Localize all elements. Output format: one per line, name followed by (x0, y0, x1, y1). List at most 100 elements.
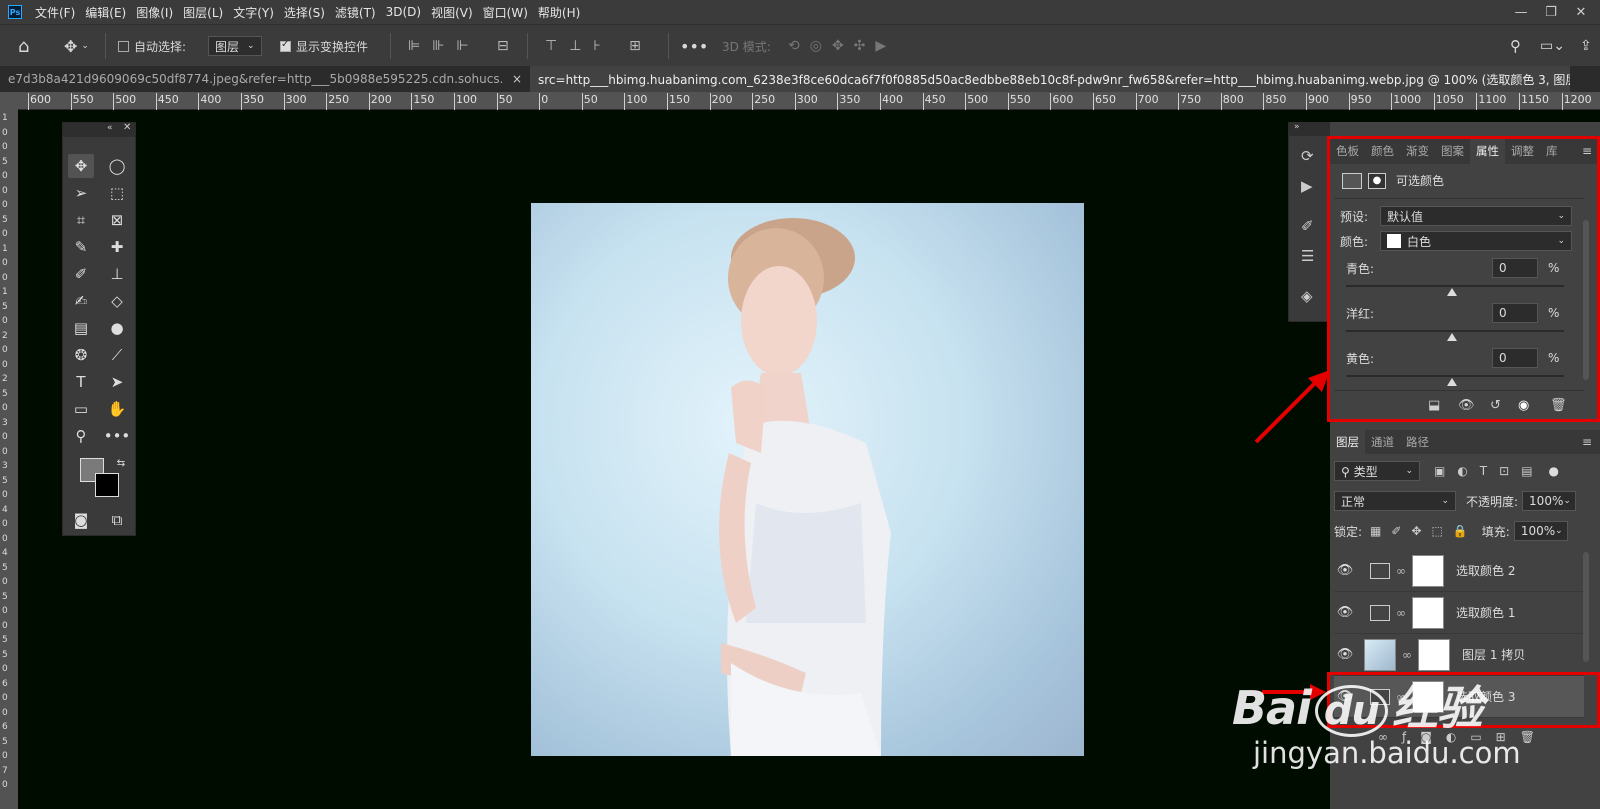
layer-row[interactable]: 👁 ∞ 选取颜色 1 (1334, 592, 1584, 634)
hand-tool-icon[interactable]: ✋ (104, 397, 130, 421)
tab-document-1[interactable]: e7d3b8a421d9609069c50df8774.jpeg&refer=h… (0, 66, 530, 92)
layers-scrollbar[interactable] (1583, 552, 1589, 662)
menu-edit[interactable]: 编辑(E) (80, 4, 131, 21)
actions-play-icon[interactable]: ▶ (1301, 177, 1313, 195)
eye-icon[interactable]: 👁 (1334, 647, 1356, 662)
layer-mask-thumbnail[interactable] (1418, 638, 1450, 671)
menu-image[interactable]: 图像(I) (131, 4, 178, 21)
ruler-tick-label: 7 (2, 765, 8, 776)
blur-tool-icon[interactable]: ● (104, 316, 130, 340)
menu-3d[interactable]: 3D(D) (381, 5, 426, 19)
tab-channels[interactable]: 通道 (1365, 430, 1400, 454)
more-options-icon[interactable]: ••• (680, 25, 708, 67)
expand-icon[interactable]: » (1294, 122, 1300, 132)
3d-cube-icon[interactable]: ◈ (1301, 287, 1313, 305)
toolbox-header[interactable]: « ✕ (63, 122, 135, 137)
more-tools-icon[interactable]: ••• (104, 424, 131, 448)
close-panel-icon[interactable]: ✕ (123, 122, 131, 133)
stamp-tool-icon[interactable]: ⊥ (104, 262, 130, 286)
workspace-icon[interactable]: ▭⌄ (1540, 25, 1565, 67)
menu-view[interactable]: 视图(V) (426, 4, 478, 21)
lock-icons[interactable]: ▦✐✥⬚🔒 (1370, 524, 1478, 538)
eye-icon[interactable]: 👁 (1334, 563, 1356, 578)
horizontal-ruler[interactable]: 600 550 500 450 400 350 300 250 200 150 100 50 0 50 10… (18, 92, 1600, 110)
brush-settings-icon[interactable]: ✐ (1301, 217, 1314, 235)
gradient-tool-icon[interactable]: ▤ (68, 316, 94, 340)
history-brush-icon[interactable]: ✍ (68, 289, 94, 313)
filter-toggle-icon[interactable]: ● (1549, 464, 1559, 478)
layer-name[interactable]: 选取颜色 2 (1456, 562, 1515, 579)
history-icon[interactable]: ⟳ (1301, 147, 1314, 165)
layer-filter-dropdown[interactable]: ⚲ 类型 ⌄ (1334, 461, 1420, 481)
auto-select-checkbox[interactable]: 自动选择: (118, 25, 186, 67)
menu-layer[interactable]: 图层(L) (178, 4, 228, 21)
link-icon[interactable]: ∞ (1394, 564, 1408, 578)
type-tool-icon[interactable]: T (68, 370, 94, 394)
panel-menu-icon[interactable]: ≡ (1582, 430, 1592, 454)
elliptical-marquee-icon[interactable]: ◯ (104, 154, 130, 178)
object-select-icon[interactable]: ⬚ (104, 181, 130, 205)
path-select-icon[interactable]: ➤ (104, 370, 130, 394)
vertical-ruler[interactable]: 1 0 0 5 0 0 0 5 0 1 0 0 1 5 0 2 0 0 2 5 0 3 0 0 3 5 0 4 0 0 4 5 0 5 0 0 5 5 0 6… (0, 110, 18, 809)
layer-mask-thumbnail[interactable] (1412, 596, 1444, 629)
blend-mode-dropdown[interactable]: 正常 ⌄ (1334, 491, 1456, 511)
link-icon[interactable]: ∞ (1394, 606, 1408, 620)
auto-select-label: 自动选择: (134, 39, 187, 54)
share-icon[interactable]: ⇪ (1580, 25, 1592, 67)
menu-filter[interactable]: 滤镜(T) (330, 4, 381, 21)
fill-input[interactable]: 100% ⌄ (1513, 521, 1568, 541)
layer-thumbnail[interactable] (1364, 638, 1396, 671)
ruler-tick-label: 600 (1050, 93, 1074, 110)
screen-mode-icon[interactable]: ⧉ (104, 508, 130, 532)
tab-document-2[interactable]: src=http___hbimg.huabanimg.com_6238e3f8c… (530, 66, 1570, 92)
rectangle-tool-icon[interactable]: ▭ (68, 397, 94, 421)
pen-tool-icon[interactable]: ⟋ (104, 343, 130, 367)
eyedropper-icon[interactable]: ✎ (68, 235, 94, 259)
swap-colors-icon[interactable]: ⇆ (108, 451, 134, 475)
move-tool-icon[interactable]: ✥ ⌄ (64, 25, 89, 67)
3d-mode-icons[interactable]: ⟲◎✥✣▶ (788, 25, 896, 67)
move-tool-icon[interactable]: ✥ (68, 154, 94, 178)
layer-name[interactable]: 图层 1 拷贝 (1462, 646, 1525, 663)
close-window-icon[interactable]: ✕ (1566, 0, 1596, 24)
zoom-tool-icon[interactable]: ⚲ (68, 424, 94, 448)
dodge-tool-icon[interactable]: ❂ (68, 343, 94, 367)
auto-select-dropdown[interactable]: 图层 ⌄ (208, 36, 262, 56)
layer-mask-thumbnail[interactable] (1412, 554, 1444, 587)
eraser-icon[interactable]: ◇ (104, 289, 130, 313)
close-tab-icon[interactable]: × (512, 72, 522, 86)
healing-brush-icon[interactable]: ✚ (104, 235, 130, 259)
adjustments-sliders-icon[interactable]: ☰ (1301, 247, 1314, 265)
menu-select[interactable]: 选择(S) (279, 4, 330, 21)
collapse-icon[interactable]: « (107, 123, 113, 133)
link-icon[interactable]: ∞ (1400, 648, 1414, 662)
layer-row[interactable]: 👁 ∞ 选取颜色 2 (1334, 550, 1584, 592)
crop-tool-icon[interactable]: ⌗ (68, 208, 94, 232)
frame-tool-icon[interactable]: ⊠ (104, 208, 130, 232)
search-icon[interactable]: ⚲ (1510, 25, 1521, 67)
tab-paths[interactable]: 路径 (1400, 430, 1435, 454)
background-color-swatch[interactable] (95, 473, 119, 497)
lasso-tool-icon[interactable]: ➢ (68, 181, 94, 205)
ruler-tick-label: 1050 (1433, 93, 1464, 110)
filter-icons[interactable]: ▣◐T⊡▤ (1434, 464, 1545, 478)
menu-window[interactable]: 窗口(W) (478, 4, 533, 21)
menu-type[interactable]: 文字(Y) (228, 4, 279, 21)
opacity-input[interactable]: 100% ⌄ (1522, 491, 1577, 511)
restore-icon[interactable]: ❐ (1536, 0, 1566, 24)
minimize-icon[interactable]: — (1506, 0, 1536, 24)
brush-tool-icon[interactable]: ✐ (68, 262, 94, 286)
selective-color-icon (1370, 604, 1390, 621)
canvas-image[interactable] (531, 203, 1084, 756)
distribute-icons[interactable]: ⊤⊥⊦ ⊞ (545, 25, 653, 67)
eye-icon[interactable]: 👁 (1334, 605, 1356, 620)
show-transform-checkbox[interactable]: 显示变换控件 (280, 25, 368, 67)
layer-row[interactable]: 👁 ∞ 图层 1 拷贝 (1334, 634, 1584, 676)
layer-name[interactable]: 选取颜色 1 (1456, 604, 1515, 621)
menu-help[interactable]: 帮助(H) (533, 4, 585, 21)
align-icons[interactable]: ⊫⊪⊩ ⊟ (408, 25, 521, 67)
quick-mask-icon[interactable]: ◙ (68, 508, 94, 532)
ruler-tick-label: 5 (2, 301, 8, 312)
menu-file[interactable]: 文件(F) (30, 4, 80, 21)
home-icon[interactable]: ⌂ (18, 25, 29, 67)
